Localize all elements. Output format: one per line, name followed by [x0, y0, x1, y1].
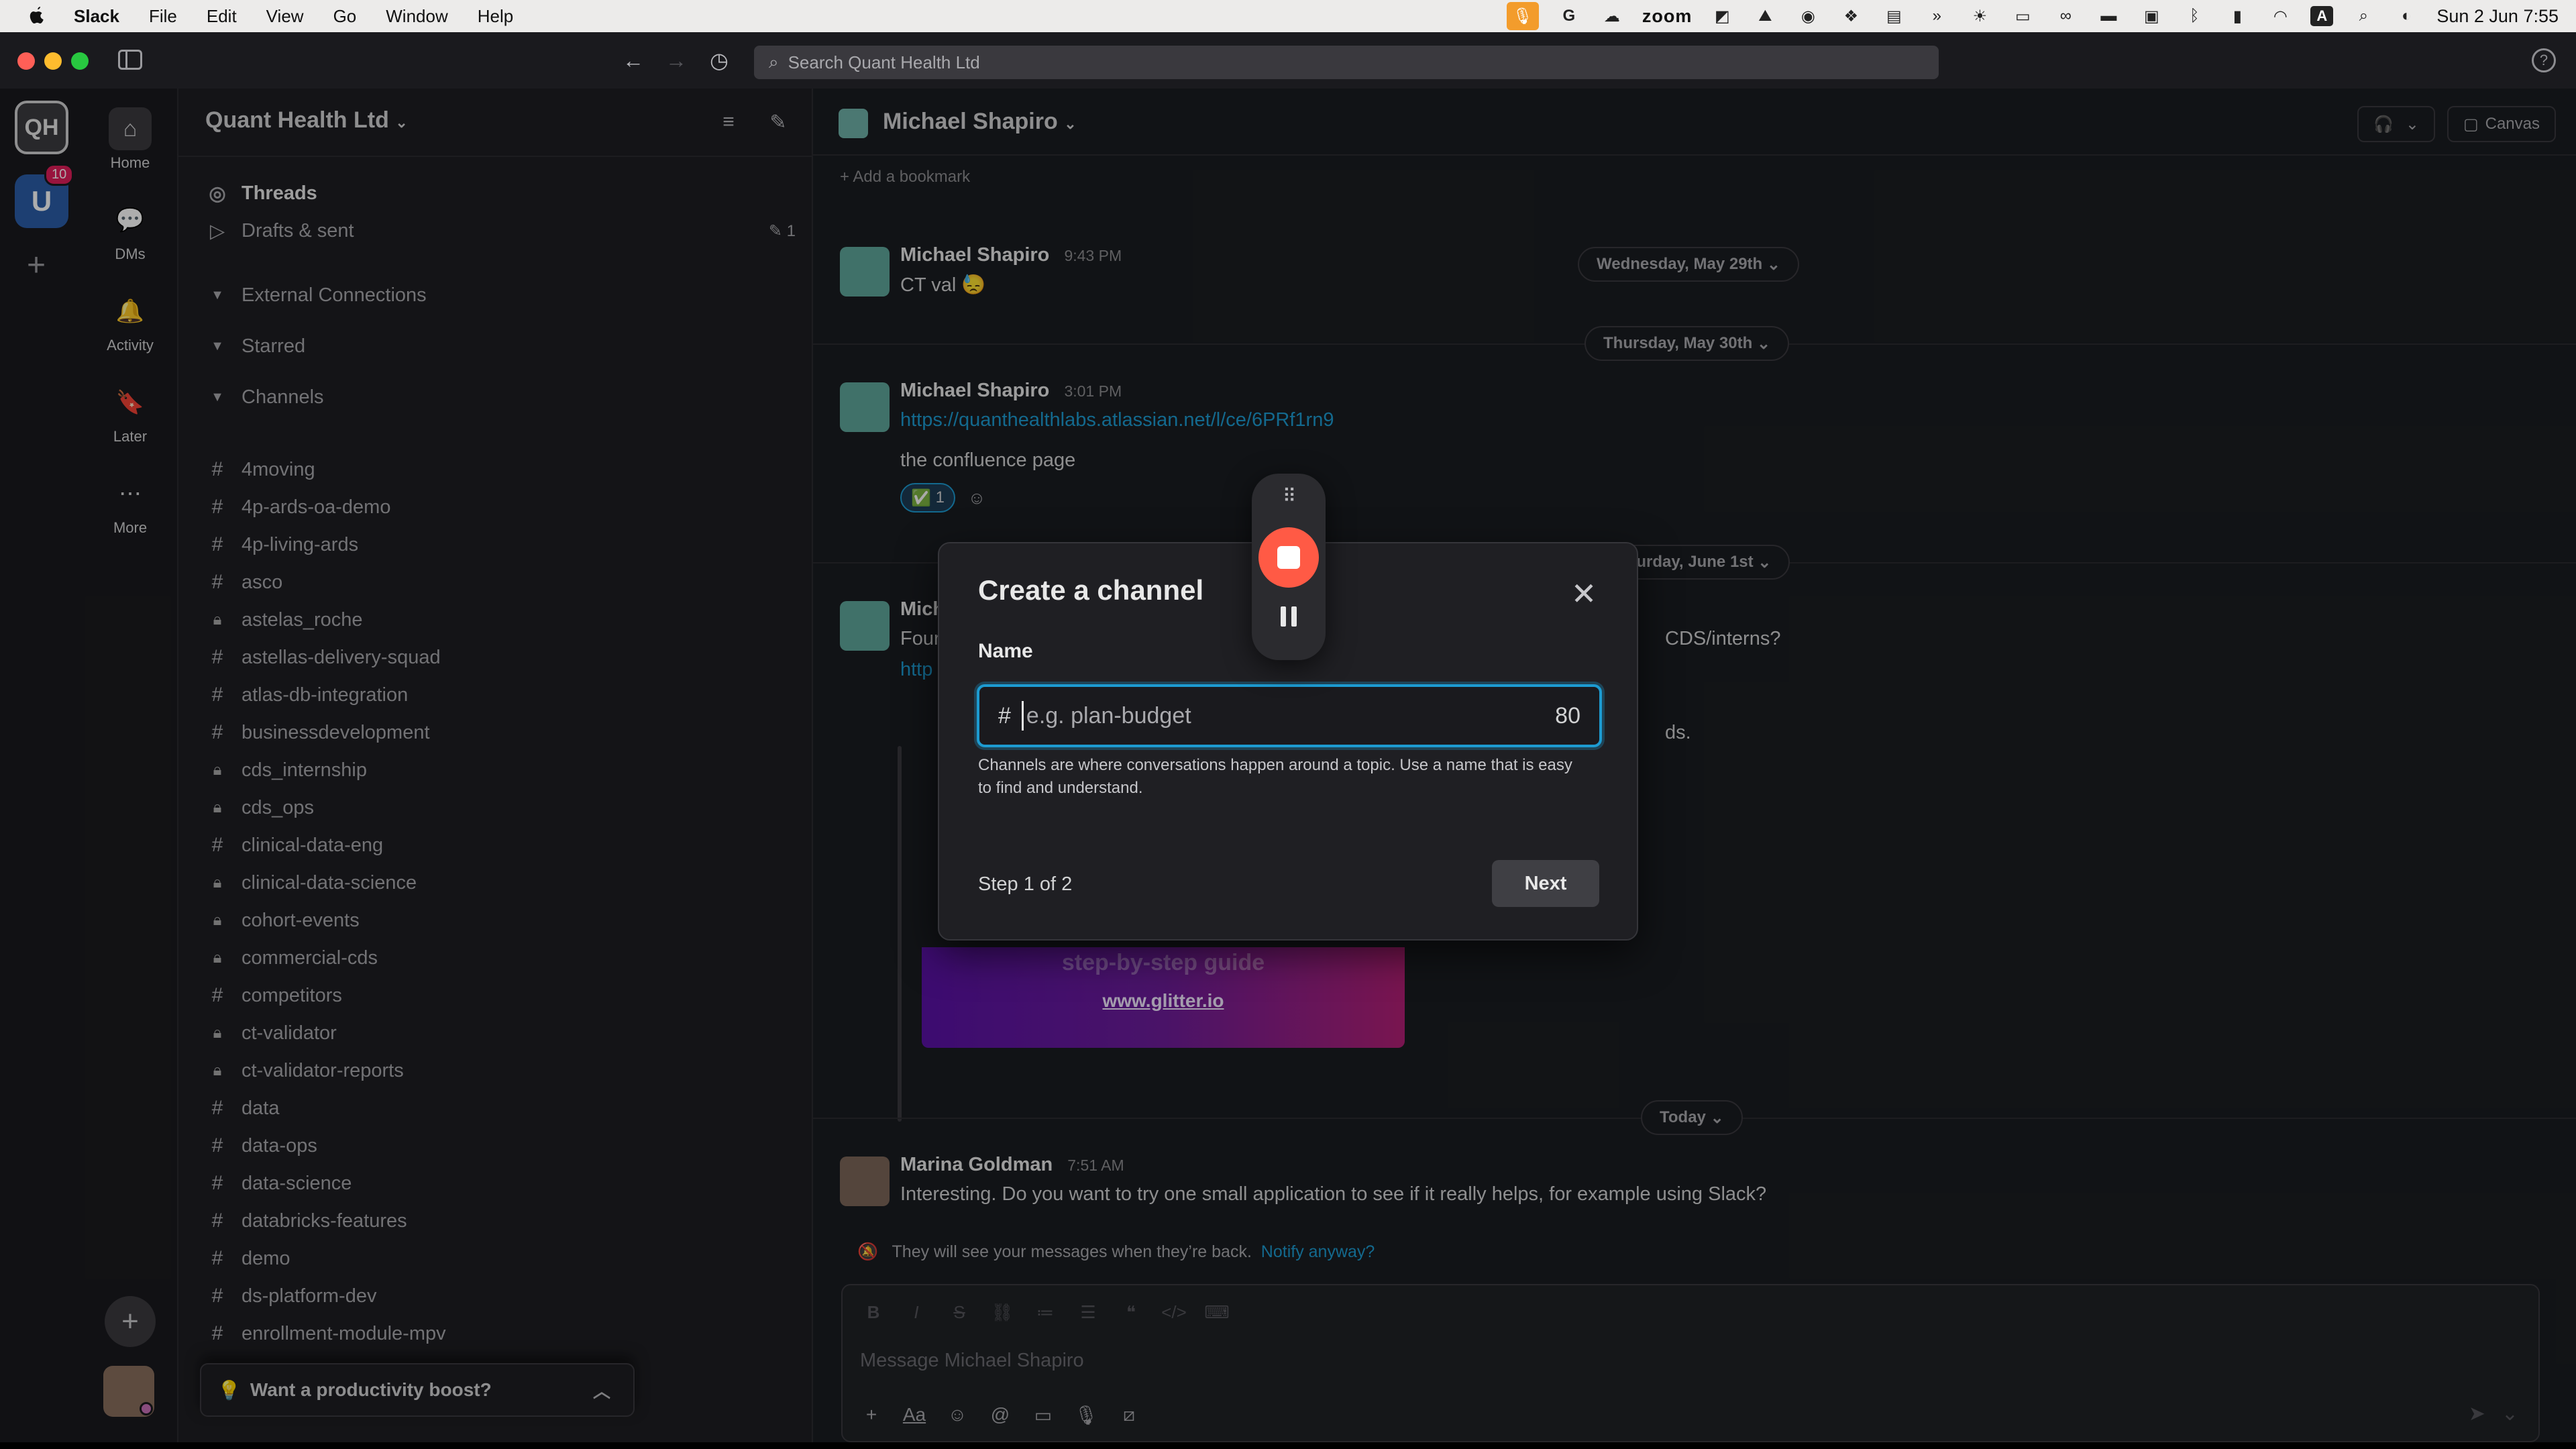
- back-arrow-icon[interactable]: ←: [620, 47, 647, 74]
- grammarly-icon[interactable]: G: [1556, 5, 1582, 27]
- outlook-icon[interactable]: ▣: [2139, 5, 2164, 27]
- screen-bottom-edge: [0, 1442, 2576, 1449]
- folder-icon[interactable]: ▭: [2010, 5, 2035, 27]
- name-help-text: Channels are where conversations happen …: [978, 756, 1572, 797]
- menu-edit[interactable]: Edit: [207, 6, 237, 27]
- bluetooth-icon[interactable]: ᛒ: [2182, 5, 2207, 27]
- step-indicator: Step 1 of 2: [978, 873, 1073, 895]
- search-input[interactable]: ⌕ Search Quant Health Ltd: [754, 46, 1939, 79]
- history-clock-icon[interactable]: ◷: [706, 47, 733, 74]
- stop-icon: [1277, 546, 1300, 569]
- zoom-tray-label[interactable]: zoom: [1642, 6, 1693, 27]
- clipboard-icon[interactable]: ▤: [1881, 5, 1907, 27]
- spotlight-search-icon[interactable]: ⌕: [2351, 5, 2376, 27]
- battery-icon[interactable]: ▮: [2224, 5, 2250, 27]
- screenshot-app-icon[interactable]: ◩: [1709, 5, 1735, 27]
- minimize-window-button[interactable]: [44, 52, 62, 70]
- name-field-label: Name: [978, 640, 1033, 662]
- menubar-clock[interactable]: Sun 2 Jun 7:55: [2436, 6, 2559, 27]
- cloud-sync-icon[interactable]: ☁: [1599, 5, 1625, 27]
- github-icon[interactable]: ◉: [1795, 5, 1821, 27]
- close-window-button[interactable]: [17, 52, 35, 70]
- window-controls: [17, 52, 98, 70]
- menu-window[interactable]: Window: [386, 6, 447, 27]
- cloud-mountain-icon[interactable]: ⛰: [1752, 5, 1778, 27]
- sidebar-toggle-icon[interactable]: [118, 50, 142, 70]
- hash-prefix: #: [998, 702, 1011, 729]
- macos-menubar: Slack File Edit View Go Window Help 🎙 G …: [0, 0, 2576, 32]
- control-center-icon[interactable]: ◐: [2394, 5, 2419, 27]
- menu-app-slack[interactable]: Slack: [74, 6, 119, 27]
- close-icon[interactable]: ✕: [1567, 577, 1601, 610]
- menubar-tray: 🎙 G ☁ zoom ◩ ⛰ ◉ ❖ ▤ » ☀ ▭ ∞ ▬ ▣ ᛒ ▮ ◠ A…: [1506, 0, 2559, 32]
- drag-handle-icon[interactable]: ⠿: [1252, 487, 1326, 506]
- dialog-title: Create a channel: [978, 574, 1204, 606]
- forward-arrow-icon[interactable]: →: [663, 47, 690, 74]
- fullscreen-window-button[interactable]: [71, 52, 89, 70]
- stop-recording-button[interactable]: [1258, 527, 1319, 588]
- next-button[interactable]: Next: [1492, 860, 1599, 907]
- search-icon: ⌕: [769, 52, 779, 72]
- apple-menu-icon[interactable]: [25, 5, 48, 28]
- card-icon[interactable]: ▬: [2096, 5, 2121, 27]
- wifi-icon[interactable]: ◠: [2267, 5, 2293, 27]
- input-source-indicator[interactable]: A: [2310, 6, 2334, 26]
- screen-recorder-widget: ⠿: [1252, 474, 1326, 660]
- help-icon[interactable]: ?: [2532, 48, 2556, 72]
- search-placeholder: Search Quant Health Ltd: [788, 52, 980, 72]
- microphone-icon[interactable]: 🎙: [1506, 2, 1539, 30]
- menu-go[interactable]: Go: [333, 6, 357, 27]
- menu-file[interactable]: File: [149, 6, 177, 27]
- window-titlebar: ← → ◷ ⌕ Search Quant Health Ltd ?: [0, 32, 2576, 89]
- menu-help[interactable]: Help: [478, 6, 513, 27]
- character-counter: 80: [1555, 702, 1580, 729]
- pause-recording-button[interactable]: [1252, 606, 1326, 627]
- channel-name-field[interactable]: # 80: [977, 684, 1602, 747]
- glasses-icon[interactable]: ∞: [2053, 5, 2078, 27]
- channel-name-input[interactable]: [1021, 701, 1556, 731]
- brightness-icon[interactable]: ☀: [1967, 5, 1992, 27]
- dropbox-icon[interactable]: ❖: [1838, 5, 1864, 27]
- fast-forward-icon[interactable]: »: [1924, 5, 1949, 27]
- menu-view[interactable]: View: [266, 6, 304, 27]
